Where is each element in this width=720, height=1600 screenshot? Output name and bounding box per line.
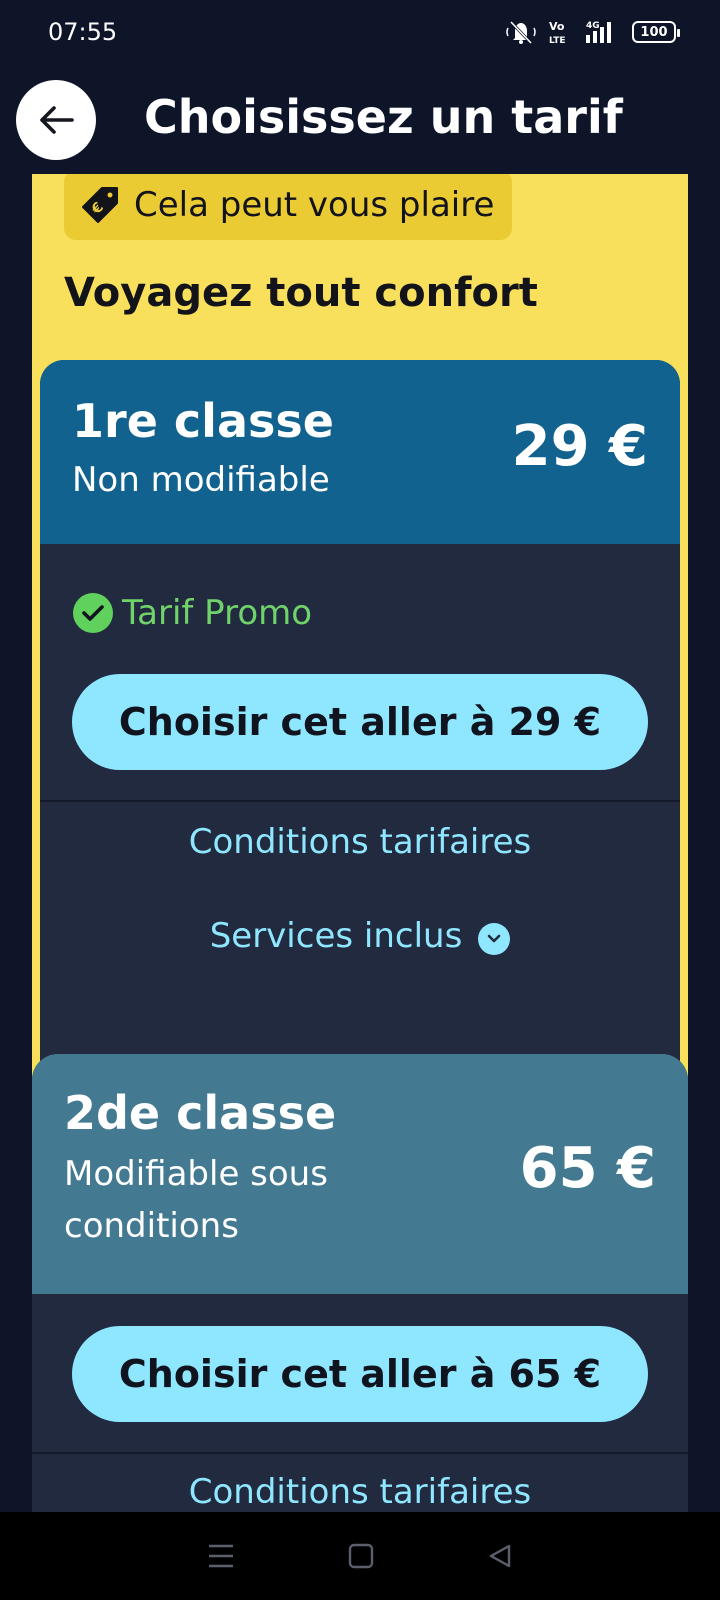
menu-icon[interactable] xyxy=(207,1543,235,1569)
recommendation-tag: € Cela peut vous plaire xyxy=(64,174,513,240)
status-icons: Vo LTE 4G 100 xyxy=(506,18,680,46)
fare-card-second-class: 2de classe Modifiable sous conditions 65… xyxy=(32,1054,688,1512)
status-time: 07:55 xyxy=(48,18,118,46)
status-bar: 07:55 Vo LTE 4G 100 xyxy=(0,0,720,64)
recommended-fare-section: € Cela peut vous plaire Voyagez tout con… xyxy=(32,174,688,1194)
home-square-icon[interactable] xyxy=(348,1543,374,1569)
fare-list[interactable]: € Cela peut vous plaire Voyagez tout con… xyxy=(0,174,720,1512)
system-nav-bar xyxy=(0,1512,720,1600)
euro-tag-icon: € xyxy=(82,187,118,223)
divider xyxy=(40,800,680,802)
class-name: 2de classe xyxy=(64,1086,337,1140)
included-services-toggle[interactable]: Services inclus xyxy=(40,916,680,956)
promo-label: Tarif Promo xyxy=(122,593,313,633)
svg-text:Vo: Vo xyxy=(549,20,565,33)
back-triangle-icon[interactable] xyxy=(487,1543,513,1569)
arrow-left-icon xyxy=(40,106,74,134)
mute-icon xyxy=(506,20,536,45)
chevron-down-icon xyxy=(478,923,511,955)
section-title: Voyagez tout confort xyxy=(64,270,538,316)
fare-condition: Modifiable sous conditions xyxy=(64,1154,328,1246)
page-title: Choisissez un tarif xyxy=(144,90,623,144)
services-label: Services inclus xyxy=(209,916,463,956)
fare-price: 65 € xyxy=(519,1136,656,1201)
check-circle-icon xyxy=(73,593,113,633)
svg-text:LTE: LTE xyxy=(549,36,566,45)
screen: 07:55 Vo LTE 4G 100 Choisissez un tarif … xyxy=(0,0,720,1600)
header: Choisissez un tarif xyxy=(0,64,720,174)
network-label: 4G xyxy=(586,21,600,31)
divider xyxy=(32,1452,688,1454)
battery-icon: 100 xyxy=(632,21,680,43)
choose-fare-button[interactable]: Choisir cet aller à 29 € xyxy=(72,674,648,770)
fare-condition: Non modifiable xyxy=(72,460,330,500)
fare-card-header: 2de classe Modifiable sous conditions 65… xyxy=(32,1054,688,1294)
volte-icon: Vo LTE xyxy=(549,20,566,45)
tag-label: Cela peut vous plaire xyxy=(134,185,495,225)
back-button[interactable] xyxy=(16,80,96,160)
fare-card-header: 1re classe Non modifiable 29 € xyxy=(40,360,680,544)
fare-conditions-link[interactable]: Conditions tarifaires xyxy=(32,1472,688,1512)
fare-price: 29 € xyxy=(511,414,648,479)
promo-badge: Tarif Promo xyxy=(72,592,312,634)
signal-4g-icon: 4G xyxy=(586,21,611,43)
class-name: 1re classe xyxy=(72,394,334,448)
choose-fare-button[interactable]: Choisir cet aller à 65 € xyxy=(72,1326,648,1422)
fare-conditions-link[interactable]: Conditions tarifaires xyxy=(40,822,680,862)
